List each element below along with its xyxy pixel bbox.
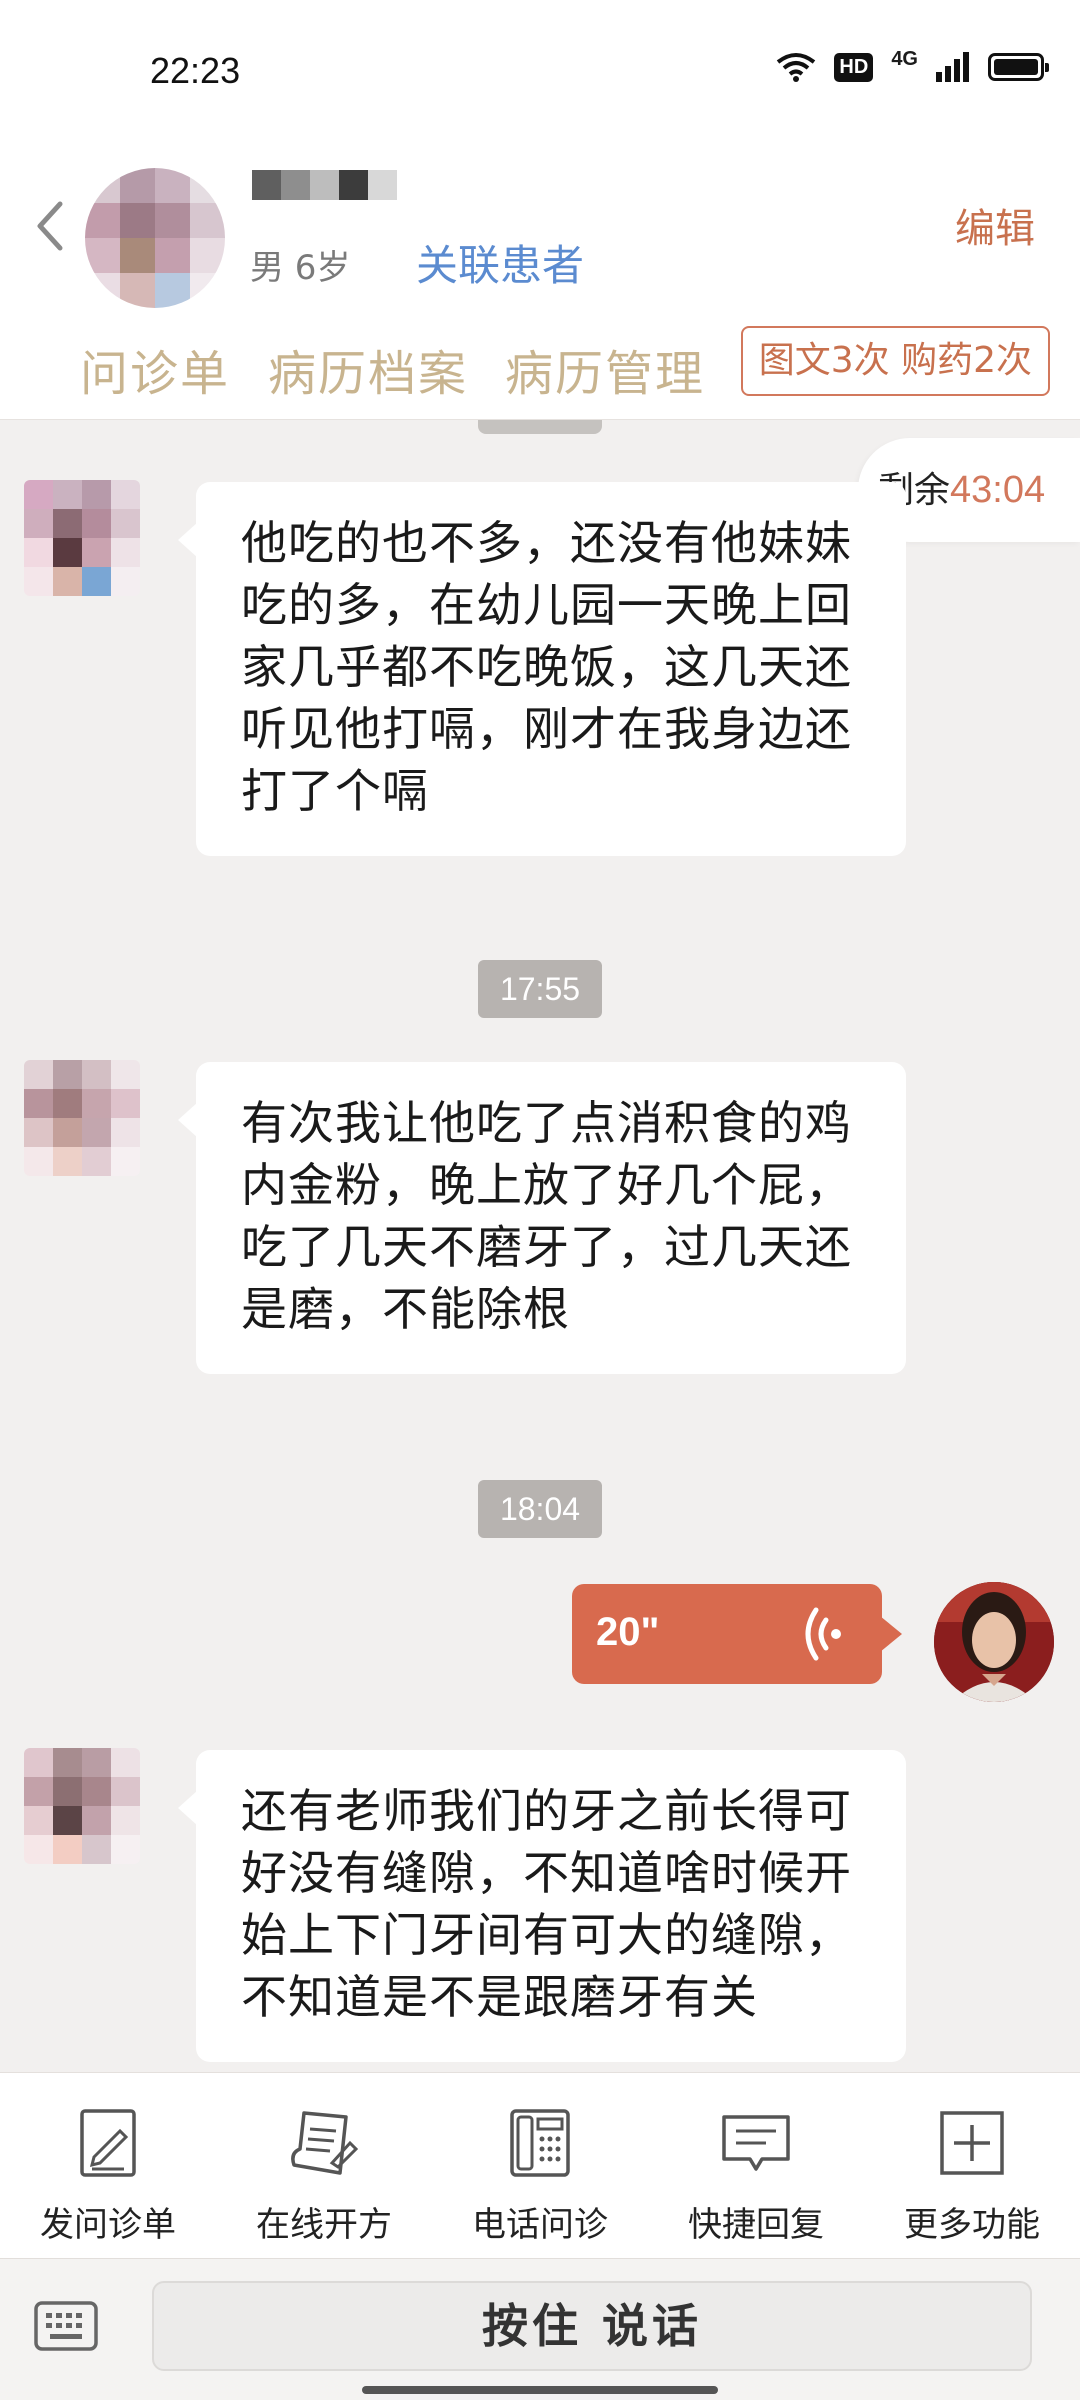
sender-avatar[interactable] (24, 480, 140, 596)
questionnaire-icon (80, 2109, 136, 2177)
patient-gender-age: 男 6岁 (250, 248, 351, 288)
tab-questionnaire[interactable]: 问诊单 (80, 334, 230, 404)
input-bar: 按住 说话 (0, 2258, 1080, 2400)
function-toolbar: 发问诊单 在线开方 电话问诊 快捷回复 更多功能 (0, 2072, 1080, 2258)
home-indicator[interactable] (362, 2386, 718, 2394)
edit-button[interactable]: 编辑 (955, 196, 1035, 254)
message-bubble[interactable]: 他吃的也不多，还没有他妹妹吃的多，在幼儿园一天晚上回家几乎都不吃晚饭，这几天还听… (178, 482, 906, 856)
hold-to-talk-button[interactable]: 按住 说话 (152, 2281, 1032, 2371)
tab-medical-records[interactable]: 病历档案 (268, 334, 468, 404)
message-bubble[interactable]: 还有老师我们的牙之前长得可好没有缝隙，不知道啥时候开始上下门牙间有可大的缝隙，不… (178, 1750, 906, 2062)
quick-reply-icon (722, 2115, 790, 2171)
keyboard-icon[interactable] (34, 2301, 98, 2353)
chat-area[interactable]: 剩余43:04 他吃的也不多，还没有他妹妹吃的多，在幼儿园一天晚上回家几乎都不吃… (0, 420, 1080, 2070)
time-chip-partial (478, 420, 602, 434)
tool-label: 发问诊单 (40, 2205, 176, 2245)
tool-label: 在线开方 (256, 2205, 392, 2245)
voice-wave-icon (805, 1607, 841, 1661)
voice-message-bubble[interactable]: 20" (572, 1584, 902, 1684)
doctor-avatar[interactable] (934, 1582, 1054, 1702)
consultation-count-badge[interactable]: 图文3次 购药2次 (740, 326, 1050, 396)
time-chip: 17:55 (478, 960, 602, 1018)
network-type: 4G (891, 47, 918, 70)
patient-header: 男 6岁 关联患者 编辑 问诊单 病历档案 病历管理 图文3次 购药2次 (0, 140, 1080, 420)
more-icon (940, 2111, 1004, 2175)
tool-label: 电话问诊 (472, 2205, 608, 2245)
voice-duration: 20" (596, 1610, 660, 1654)
status-time: 22:23 (150, 50, 241, 91)
patient-name-redacted (252, 170, 397, 200)
back-icon[interactable] (30, 196, 70, 256)
sender-avatar[interactable] (24, 1060, 140, 1176)
tool-questionnaire[interactable]: 发问诊单 (0, 2073, 216, 2259)
hd-badge: HD (834, 52, 874, 82)
phone-icon (510, 2109, 570, 2177)
tool-label: 快捷回复 (688, 2205, 824, 2245)
status-icons: HD 4G (776, 48, 1049, 82)
tool-label: 更多功能 (904, 2205, 1040, 2245)
tab-record-management[interactable]: 病历管理 (505, 334, 705, 404)
message-bubble[interactable]: 有次我让他吃了点消积食的鸡内金粉，晚上放了好几个屁，吃了几天不磨牙了，过几天还是… (178, 1062, 906, 1374)
patient-avatar[interactable] (85, 168, 225, 308)
status-bar: 22:23 HD 4G (0, 0, 1080, 140)
tool-quick-reply[interactable]: 快捷回复 (648, 2073, 864, 2259)
link-patient-link[interactable]: 关联患者 (416, 232, 584, 293)
patient-tabs: 问诊单 病历档案 病历管理 图文3次 购药2次 (0, 324, 1080, 404)
tool-prescription[interactable]: 在线开方 (216, 2073, 432, 2259)
tool-more[interactable]: 更多功能 (864, 2073, 1080, 2259)
time-chip: 18:04 (478, 1480, 602, 1538)
sender-avatar[interactable] (24, 1748, 140, 1864)
remaining-timer: 43:04 (950, 469, 1046, 511)
prescription-icon (291, 2111, 359, 2175)
tool-phone-consult[interactable]: 电话问诊 (432, 2073, 648, 2259)
battery-icon (988, 53, 1049, 81)
wifi-icon (777, 53, 816, 82)
signal-icon (936, 52, 969, 82)
